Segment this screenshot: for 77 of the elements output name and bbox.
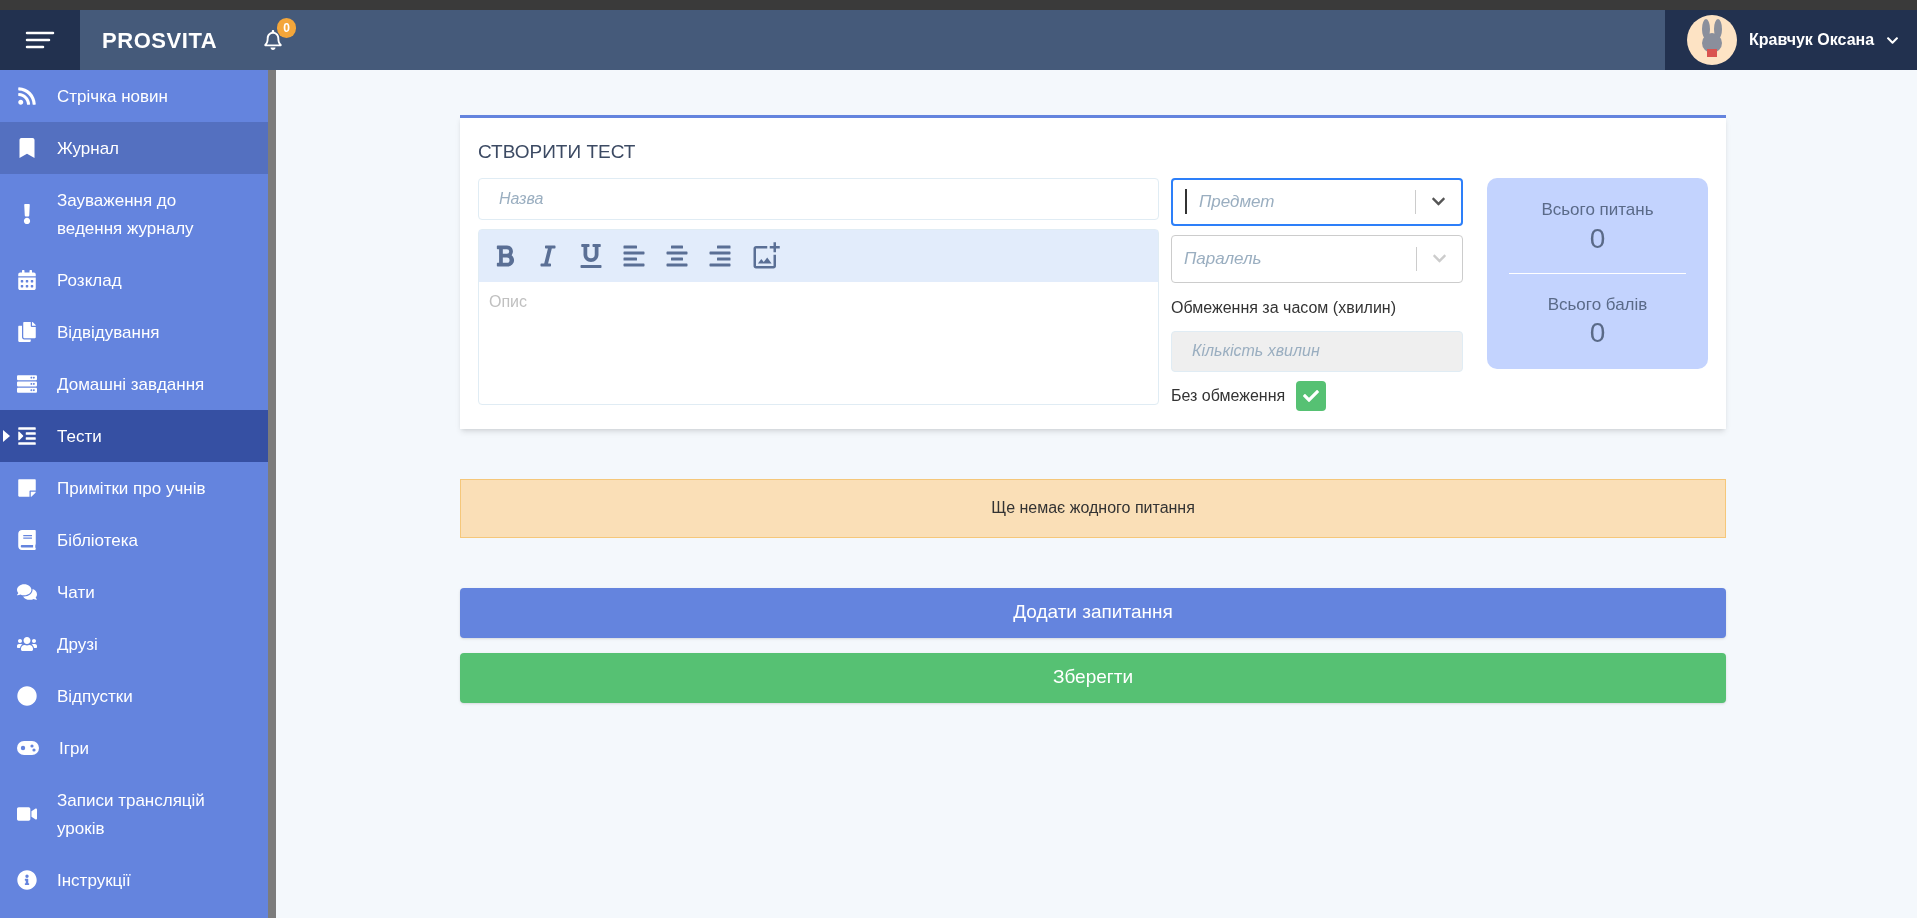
users-icon bbox=[17, 634, 37, 654]
circle-icon bbox=[17, 686, 37, 706]
bell-icon bbox=[263, 30, 284, 50]
sidebar-label: Відпустки bbox=[57, 686, 133, 709]
sidebar-label: Розклад bbox=[57, 270, 122, 293]
sidebar-label: Інструкції bbox=[57, 870, 131, 893]
stat-value: 0 bbox=[1589, 222, 1606, 255]
sidebar-label: Журнал bbox=[57, 138, 120, 161]
sidebar-item[interactable]: Зауваження до ведення журналу bbox=[0, 174, 268, 254]
subject-select[interactable]: Предмет bbox=[1171, 177, 1463, 226]
logo[interactable]: PROSVITA bbox=[102, 23, 218, 57]
video-camera-icon bbox=[17, 804, 37, 824]
sidebar-item[interactable]: Журнал bbox=[0, 122, 268, 174]
notifications-button[interactable] bbox=[263, 30, 284, 50]
card-title: СТВОРИТИ ТЕСТ bbox=[478, 140, 637, 164]
align-center-icon[interactable] bbox=[665, 243, 689, 268]
sidebar-label: Примітки про учнів bbox=[57, 478, 206, 501]
sidebar-item[interactable]: Стрічка новин bbox=[0, 70, 268, 122]
sidebar-label: Зауваження до ведення журналу bbox=[57, 190, 195, 240]
sidebar-item[interactable]: Відвідування bbox=[0, 306, 268, 358]
documents-icon bbox=[17, 322, 37, 342]
sidebar-item[interactable]: Ігри bbox=[0, 722, 268, 774]
bookmark-icon bbox=[17, 138, 37, 158]
gamepad-icon bbox=[17, 741, 39, 755]
stat-value: 0 bbox=[1589, 317, 1606, 349]
note-icon bbox=[17, 478, 37, 498]
sidebar-item[interactable]: Чати bbox=[0, 566, 268, 618]
indent-icon bbox=[17, 426, 37, 446]
info-icon bbox=[17, 870, 37, 890]
description-field[interactable]: Опис bbox=[479, 281, 1158, 404]
menu-icon bbox=[25, 30, 55, 50]
chat-icon bbox=[17, 582, 37, 602]
menu-button[interactable] bbox=[0, 10, 80, 70]
sidebar-item[interactable]: Розклад bbox=[0, 254, 268, 306]
no-limit-checkbox[interactable] bbox=[1296, 380, 1327, 411]
sidebar-label: Ігри bbox=[59, 738, 89, 761]
user-menu[interactable]: Кравчук Оксана bbox=[1665, 10, 1917, 70]
action-button[interactable]: Додати запитання bbox=[460, 587, 1726, 638]
align-left-icon[interactable] bbox=[622, 243, 646, 268]
sidebar-label: Тести bbox=[57, 426, 102, 449]
description-editor[interactable]: Опис bbox=[478, 228, 1159, 405]
sidebar-item[interactable]: Друзі bbox=[0, 618, 268, 670]
notification-count: 0 bbox=[277, 18, 296, 38]
stacked-bars-icon bbox=[17, 374, 37, 394]
align-right-icon[interactable] bbox=[708, 243, 732, 268]
sidebar-label: Друзі bbox=[57, 634, 98, 657]
sidebar-item[interactable]: Бібліотека bbox=[0, 514, 268, 566]
action-button[interactable]: Зберегти bbox=[460, 652, 1726, 703]
sidebar-label: Домашні завдання bbox=[57, 374, 205, 397]
sidebar-item[interactable]: Інструкції bbox=[0, 854, 268, 906]
caret-icon bbox=[3, 430, 10, 442]
sidebar-item[interactable]: Домашні завдання bbox=[0, 358, 268, 410]
stat-label: Всього балів bbox=[1547, 293, 1648, 316]
sidebar-item[interactable]: Примітки про учнів bbox=[0, 462, 268, 514]
add-image-icon[interactable] bbox=[751, 240, 781, 271]
empty-alert: Ще немає жодного питання bbox=[460, 478, 1726, 538]
sidebar-label: Бібліотека bbox=[57, 530, 138, 553]
sidebar-label: Чати bbox=[57, 582, 95, 605]
avatar-icon bbox=[1687, 15, 1737, 65]
user-name: Кравчук Оксана bbox=[1749, 30, 1875, 50]
sidebar-label: Записи трансляцій уроків bbox=[57, 790, 206, 840]
sidebar-item[interactable]: Записи трансляцій уроків bbox=[0, 774, 268, 854]
stat-label: Всього питань bbox=[1541, 199, 1654, 221]
time-limit-label: Обмеження за часом (хвилин) bbox=[1171, 297, 1397, 318]
rss-icon bbox=[17, 86, 37, 106]
name-field[interactable]: Назва bbox=[478, 177, 1159, 220]
parallel-select[interactable]: Паралель bbox=[1171, 234, 1463, 283]
sidebar-item[interactable]: Тести bbox=[0, 410, 268, 462]
sidebar-item[interactable]: Відпустки bbox=[0, 670, 268, 722]
parallel-placeholder: Паралель bbox=[1183, 247, 1263, 270]
calendar-icon bbox=[17, 270, 37, 290]
book-icon bbox=[17, 530, 37, 550]
underline-icon[interactable] bbox=[579, 243, 603, 268]
no-limit-label: Без обмеження bbox=[1171, 385, 1286, 406]
check-icon bbox=[1303, 387, 1320, 404]
sidebar-label: Стрічка новин bbox=[57, 86, 168, 109]
sidebar-label: Відвідування bbox=[57, 322, 160, 345]
